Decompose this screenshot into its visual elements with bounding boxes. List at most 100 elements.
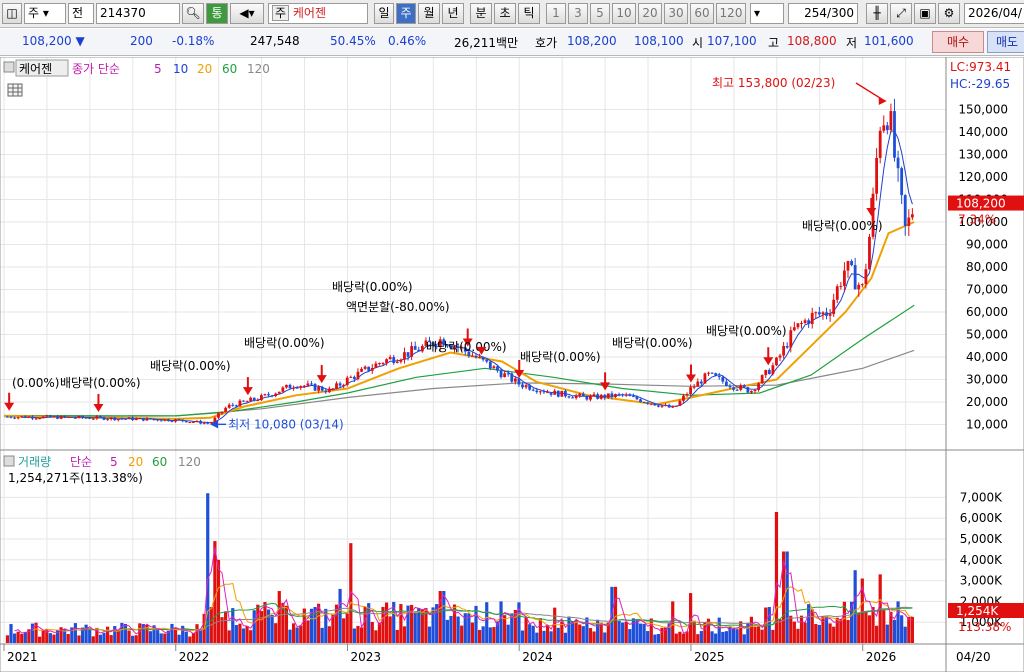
price-tick-label: 140,000 [958,125,1008,139]
candle-type-icon[interactable]: ╫ [866,3,888,24]
candle-body [571,397,574,399]
volume-bar [274,623,278,643]
volume-bar [907,616,911,643]
table-view-icon[interactable] [7,83,23,97]
down-arrow-icon: ▼ [75,34,85,48]
volume-bar [359,627,364,643]
date-field[interactable]: 2026/04/ [964,3,1024,24]
period-year[interactable]: 년 [442,3,464,24]
candle-body [95,416,99,419]
window-menu-icon[interactable]: ◫ [2,3,22,24]
price-change-pct: -0.18% [172,34,215,48]
dividend-arrow-icon [93,403,104,412]
volume-bar [542,630,546,643]
candle-body [370,367,374,371]
candle-body [521,384,524,388]
panel-collapse-icon[interactable] [3,61,15,73]
period-day[interactable]: 일 [374,3,394,24]
draw-tool-icon[interactable]: ⤢ [890,3,912,24]
interval-1[interactable]: 1 [546,3,566,24]
low-label: 저 [846,36,858,50]
period-tick[interactable]: 틱 [518,3,540,24]
stock-name-field[interactable]: 주 케어젠 [268,3,368,24]
gear-icon[interactable]: ⚙ [938,3,960,24]
candle-body [742,385,746,388]
stock-code-value: 214370 [100,6,146,20]
connect-button[interactable]: 통 [206,3,228,24]
candle-body [528,385,532,390]
period-second[interactable]: 초 [494,3,516,24]
sound-icon[interactable]: ◀▾ [230,3,264,24]
volume-tick-label: 5,000K [960,532,1003,546]
volume-bar [5,635,10,643]
candle-body [621,394,625,396]
sell-button[interactable]: 매도 [987,31,1024,53]
volume-bar [585,617,589,643]
candle-body [617,394,621,396]
candle-body [109,417,113,420]
period-month[interactable]: 월 [418,3,440,24]
market2-select[interactable]: 전 [68,3,94,24]
count-field[interactable]: 254/300 [788,3,858,24]
candle-body [807,320,811,325]
volume-tick-label: 4,000K [960,553,1003,567]
candle-body [471,355,474,357]
candle-body [131,417,135,421]
buy-button[interactable]: 매수 [932,31,984,53]
candle-body [48,415,52,418]
candle-body [9,416,13,418]
interval-30[interactable]: 30 [664,3,688,24]
volume-bar [756,626,761,643]
search-icon[interactable]: 🔍︎ [182,3,204,24]
volume-bar [599,622,603,643]
volume-bar [227,630,231,643]
interval-3[interactable]: 3 [568,3,588,24]
candle-body [302,385,306,387]
date-value: 2026/04/ [968,6,1022,20]
interval-60[interactable]: 60 [690,3,714,24]
volume-bar [195,624,199,643]
custom-interval-select[interactable]: ▾ [750,3,784,24]
candle-body [692,386,696,388]
candle-body [850,261,853,266]
candle-body [642,402,646,404]
volume-bar [270,614,274,643]
candle-body [864,269,868,285]
price-candles [6,98,914,425]
candle-body [825,312,828,316]
volume-bar [306,620,310,643]
interval-120[interactable]: 120 [716,3,746,24]
candle-body [63,416,67,418]
volume-bar [381,606,385,643]
candle-body [295,387,299,389]
interval-20[interactable]: 20 [638,3,662,24]
period-minute[interactable]: 분 [470,3,492,24]
volume-bar [864,611,868,643]
volume-bar [528,624,532,643]
candle-body [746,387,750,393]
save-icon[interactable]: ▣ [914,3,936,24]
volume-bar [249,630,253,643]
candle-body [707,372,710,374]
candle-body [589,395,592,400]
last-price-label: 108,200 [956,197,1006,211]
vol-legend-5: 5 [110,455,118,469]
price-tick-label: 30,000 [966,373,1008,387]
candle-body [399,359,403,362]
market-select[interactable]: 주 ▾ [24,3,66,24]
candle-body [878,130,882,158]
candle-body [639,399,642,403]
volume-bar [724,631,728,643]
volume-collapse-icon[interactable] [3,455,15,467]
stock-chart[interactable]: (0.00%) 배당락(0.00%)배당락(0.00%)배당락(0.00%)배당락… [0,57,1024,672]
volume-bar [291,623,296,643]
volume-bar [427,626,432,643]
interval-5[interactable]: 5 [590,3,610,24]
period-week[interactable]: 주 [396,3,416,24]
candle-body [578,393,582,396]
candle-body [496,366,499,371]
interval-10[interactable]: 10 [612,3,636,24]
volume-bar [588,628,593,643]
stock-code-input[interactable]: 214370 [96,3,180,24]
volume-bar [753,626,757,643]
